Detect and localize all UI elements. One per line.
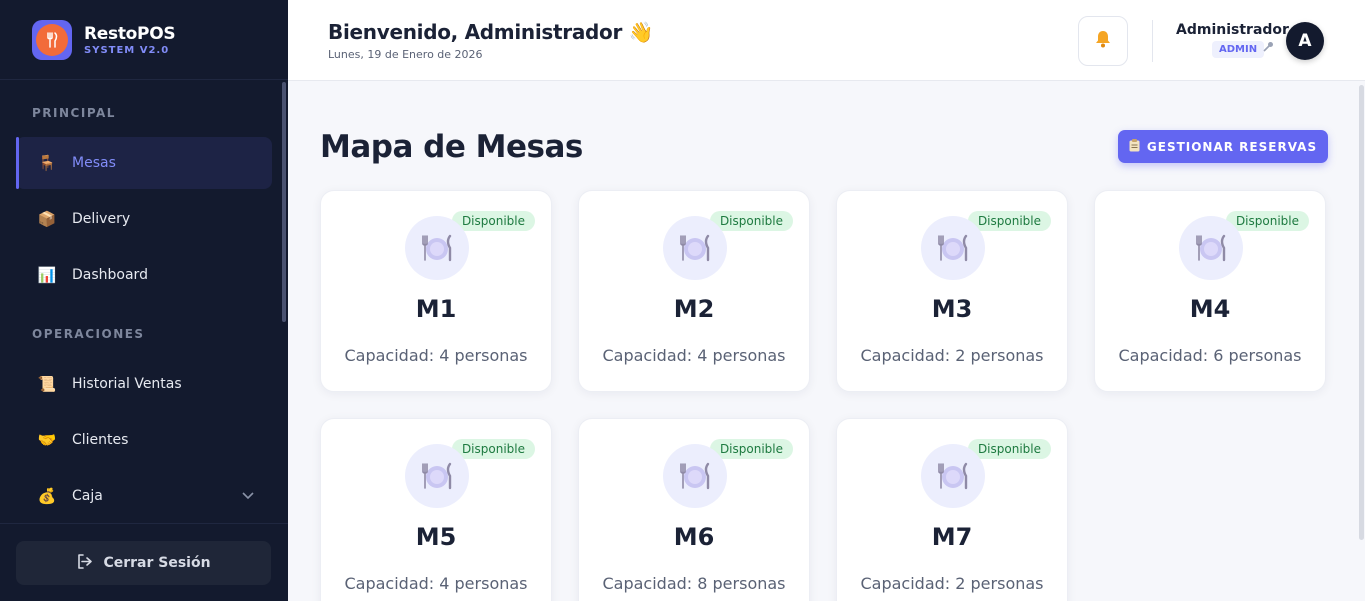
table-card-m7[interactable]: Disponible M7 Capacidad: 2 personas <box>836 418 1068 601</box>
status-badge: Disponible <box>451 439 535 459</box>
bell-icon <box>1093 29 1113 54</box>
table-capacity: Capacidad: 4 personas <box>344 346 528 365</box>
table-name: M1 <box>415 295 457 323</box>
plate-icon <box>663 216 727 280</box>
plate-icon <box>663 444 727 508</box>
current-date: Lunes, 19 de Enero de 2026 <box>328 48 483 61</box>
table-capacity: Capacidad: 8 personas <box>602 574 786 593</box>
sidebar-item-clientes[interactable]: 🤝 Clientes <box>16 414 272 466</box>
logout-icon <box>76 553 93 574</box>
key-icon <box>1263 41 1274 55</box>
manage-reservations-button[interactable]: GESTIONAR RESERVAS <box>1118 130 1328 163</box>
bar-chart-icon: 📊 <box>37 266 57 284</box>
table-capacity: Capacidad: 6 personas <box>1118 346 1302 365</box>
avatar[interactable]: A <box>1286 22 1324 60</box>
money-bag-icon: 💰 <box>37 487 57 505</box>
logout-area: Cerrar Sesión <box>0 523 288 601</box>
brand-subtitle: SYSTEM V2.0 <box>84 44 170 56</box>
table-name: M4 <box>1189 295 1231 323</box>
table-name: M3 <box>931 295 973 323</box>
sidebar-item-dashboard[interactable]: 📊 Dashboard <box>16 249 272 301</box>
notifications-button[interactable] <box>1078 16 1128 66</box>
nav-principal: PRINCIPAL 🪑 Mesas 📦 Delivery 📊 Dashboard… <box>0 106 288 522</box>
header-divider <box>1152 20 1153 62</box>
table-name: M2 <box>673 295 715 323</box>
sidebar-item-label: Clientes <box>72 432 129 448</box>
top-header: Bienvenido, Administrador 👋 Lunes, 19 de… <box>288 0 1365 81</box>
package-icon: 📦 <box>37 210 57 228</box>
sidebar: RestoPOS SYSTEM V2.0 PRINCIPAL 🪑 Mesas 📦… <box>0 0 288 601</box>
sidebar-item-mesas[interactable]: 🪑 Mesas <box>16 137 272 189</box>
table-capacity: Capacidad: 2 personas <box>860 574 1044 593</box>
status-badge: Disponible <box>451 211 535 231</box>
sidebar-item-label: Historial Ventas <box>72 376 182 392</box>
sidebar-scrollbar[interactable] <box>282 82 286 322</box>
plate-icon <box>405 444 469 508</box>
user-name: Administrador <box>1176 22 1289 38</box>
logout-label: Cerrar Sesión <box>103 555 211 571</box>
chevron-down-icon[interactable] <box>242 490 254 503</box>
table-card-m4[interactable]: Disponible M4 Capacidad: 6 personas <box>1094 190 1326 392</box>
sidebar-item-label: Caja <box>72 488 103 504</box>
table-name: M7 <box>931 523 973 551</box>
brand-name: RestoPOS <box>84 23 176 44</box>
table-capacity: Capacidad: 4 personas <box>602 346 786 365</box>
logout-button[interactable]: Cerrar Sesión <box>16 541 271 585</box>
main-scrollbar[interactable] <box>1359 85 1364 540</box>
plate-icon <box>405 216 469 280</box>
status-badge: Disponible <box>967 439 1051 459</box>
welcome-message: Bienvenido, Administrador 👋 <box>328 20 654 44</box>
sidebar-item-label: Dashboard <box>72 267 148 283</box>
table-card-m1[interactable]: Disponible M1 Capacidad: 4 personas <box>320 190 552 392</box>
brand-logo <box>32 19 72 60</box>
page-title: Mapa de Mesas <box>320 129 583 165</box>
role-badge: ADMIN <box>1212 41 1265 58</box>
sidebar-item-label: Delivery <box>72 211 131 227</box>
table-card-m3[interactable]: Disponible M3 Capacidad: 2 personas <box>836 190 1068 392</box>
table-name: M6 <box>673 523 715 551</box>
handshake-icon: 🤝 <box>37 431 57 449</box>
plate-icon <box>1179 216 1243 280</box>
manage-reservations-label: GESTIONAR RESERVAS <box>1146 139 1318 154</box>
chair-icon: 🪑 <box>37 154 57 172</box>
sidebar-item-historial-ventas[interactable]: 📜 Historial Ventas <box>16 358 272 410</box>
brand[interactable]: RestoPOS SYSTEM V2.0 <box>0 0 288 80</box>
status-badge: Disponible <box>709 439 793 459</box>
table-name: M5 <box>415 523 457 551</box>
table-card-m5[interactable]: Disponible M5 Capacidad: 4 personas <box>320 418 552 601</box>
plate-icon <box>921 444 985 508</box>
nav-heading-principal: PRINCIPAL <box>32 106 116 120</box>
fork-knife-icon <box>36 23 68 56</box>
clipboard-icon <box>1129 138 1140 155</box>
table-card-m6[interactable]: Disponible M6 Capacidad: 8 personas <box>578 418 810 601</box>
status-badge: Disponible <box>967 211 1051 231</box>
status-badge: Disponible <box>709 211 793 231</box>
table-capacity: Capacidad: 4 personas <box>344 574 528 593</box>
scroll-icon: 📜 <box>37 375 57 393</box>
plate-icon <box>921 216 985 280</box>
table-card-m2[interactable]: Disponible M2 Capacidad: 4 personas <box>578 190 810 392</box>
table-capacity: Capacidad: 2 personas <box>860 346 1044 365</box>
status-badge: Disponible <box>1225 211 1309 231</box>
sidebar-item-label: Mesas <box>72 155 116 171</box>
sidebar-item-delivery[interactable]: 📦 Delivery <box>16 193 272 245</box>
sidebar-item-caja[interactable]: 💰 Caja <box>16 470 272 522</box>
nav-heading-operaciones: OPERACIONES <box>32 327 145 341</box>
